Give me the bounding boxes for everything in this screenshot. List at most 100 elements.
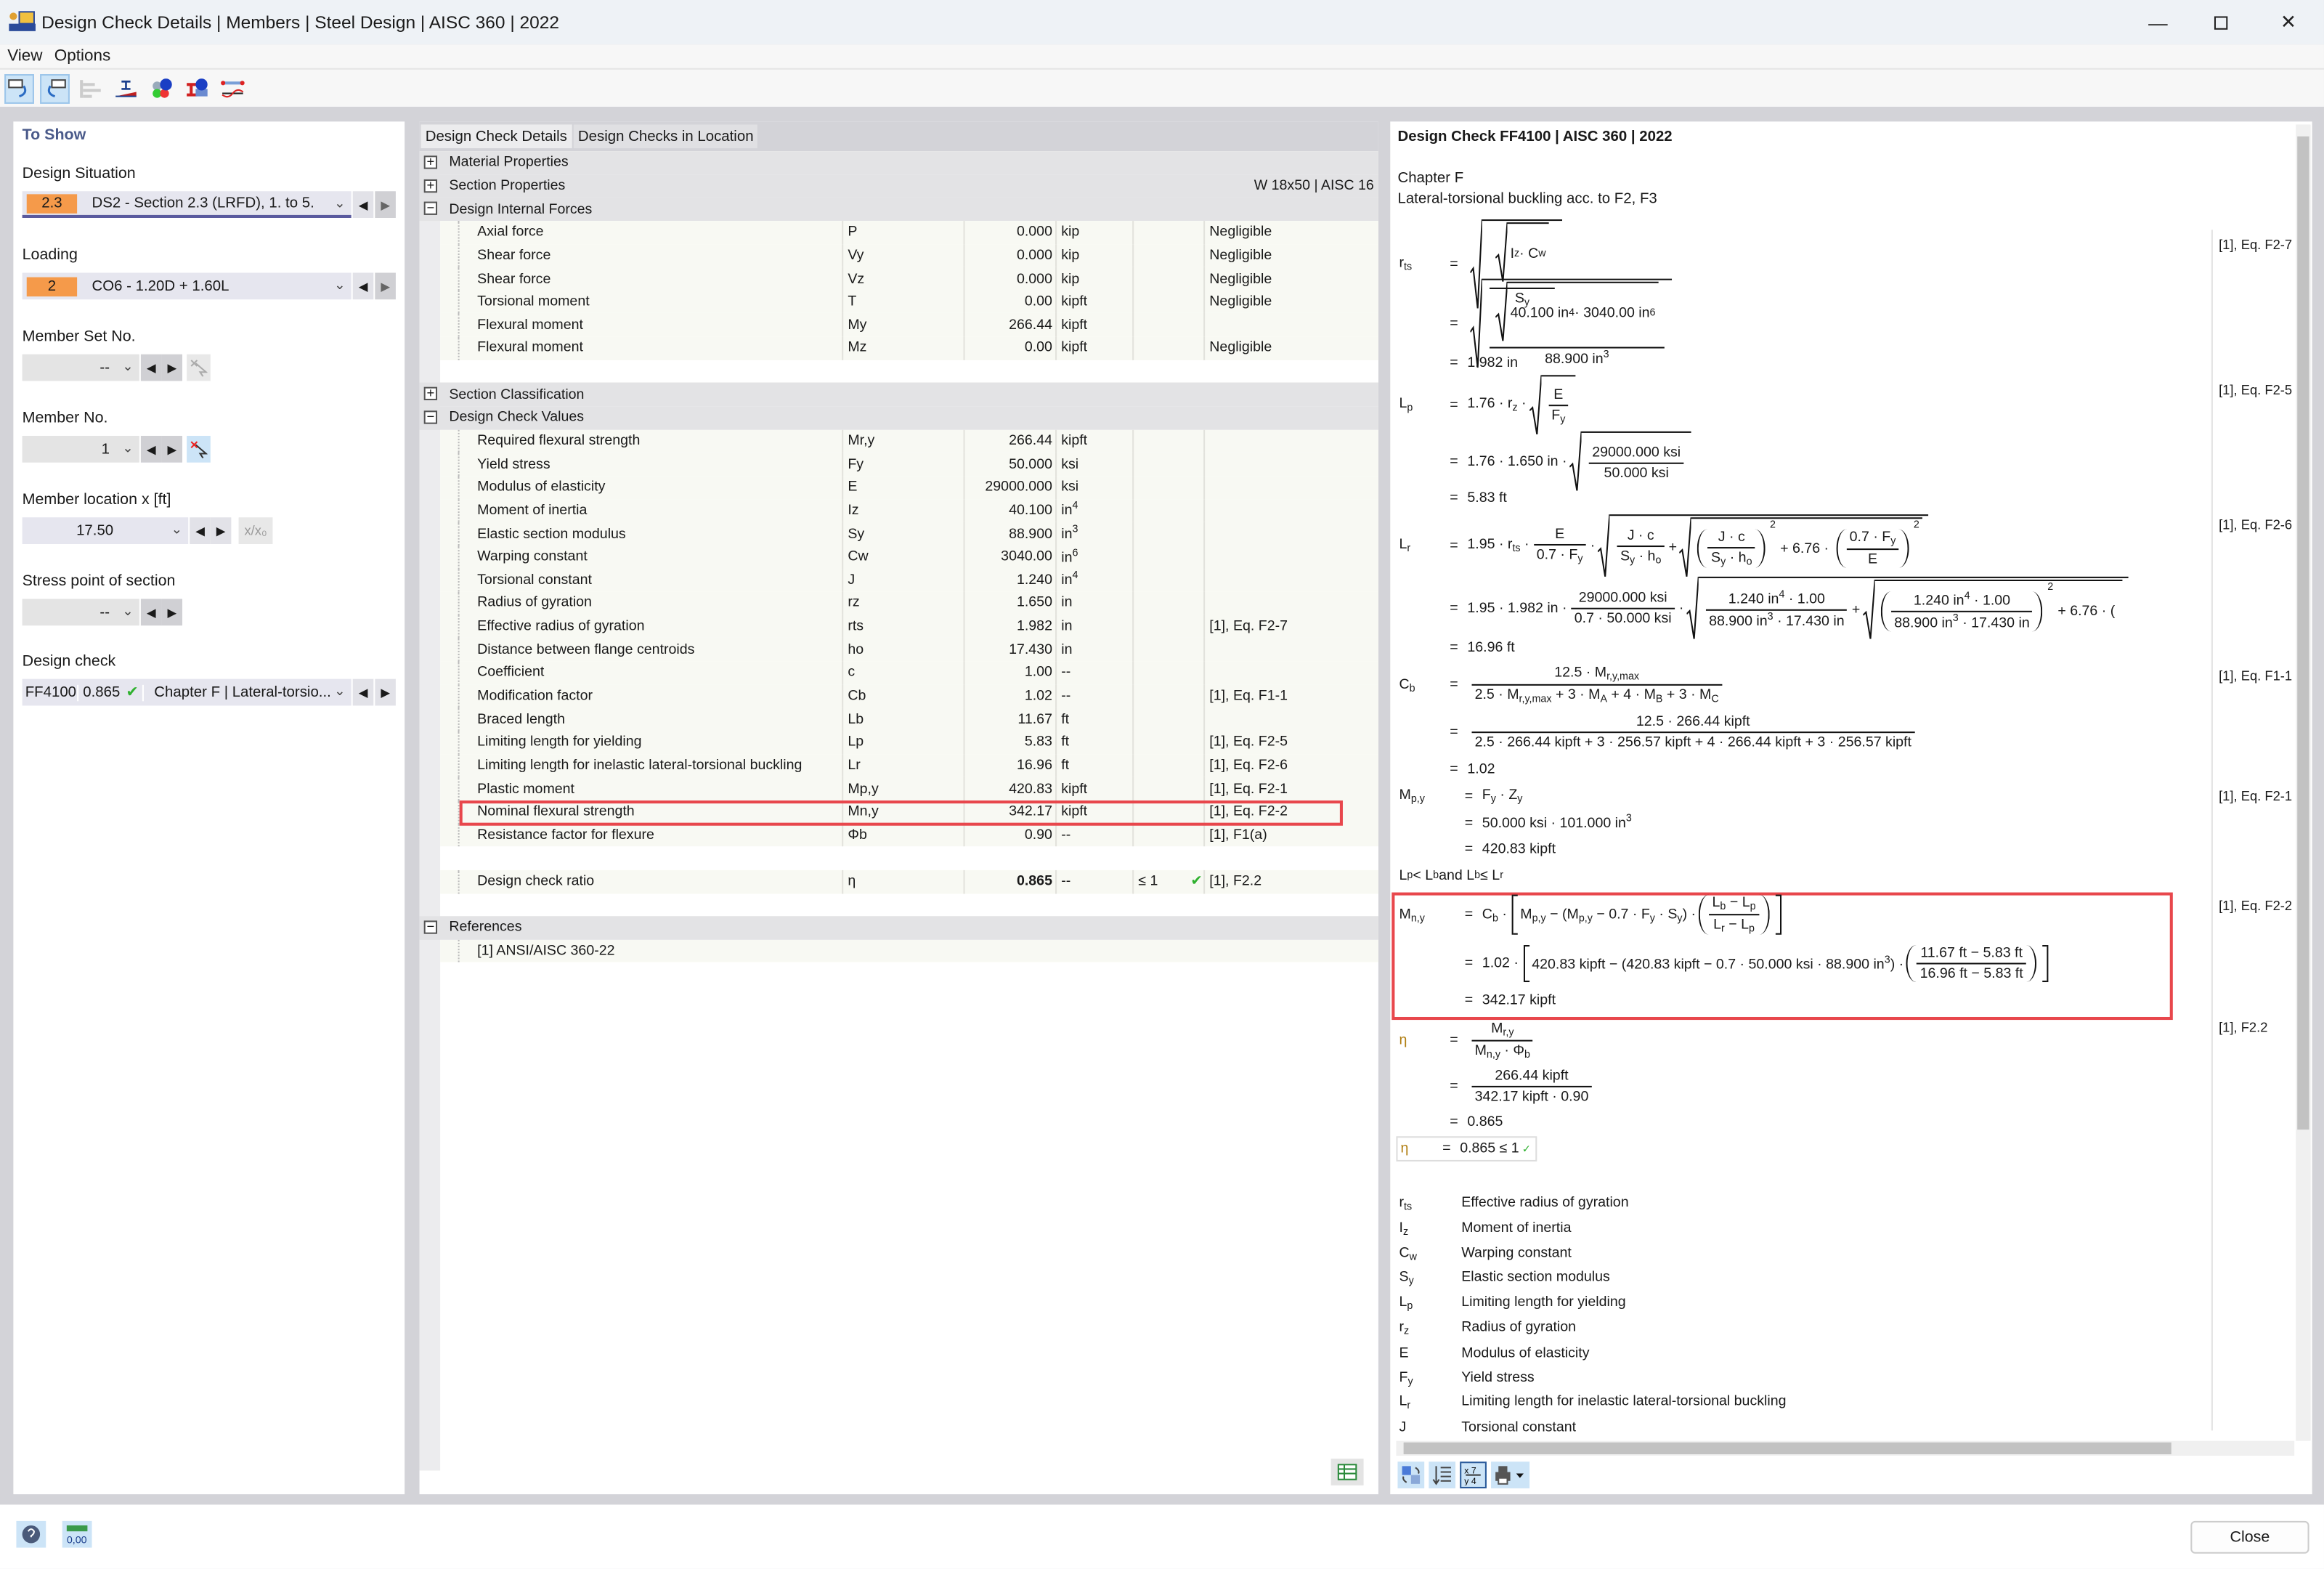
tree-section-header[interactable]: − Design Check Values bbox=[419, 406, 1378, 430]
design-situation-select[interactable]: 2.3 DS2 - Section 2.3 (LRFD), 1. to 5. ⌄ bbox=[22, 191, 352, 218]
menu-view[interactable]: View bbox=[7, 47, 42, 65]
member-prev-button[interactable]: ◀ bbox=[140, 435, 162, 463]
fraction-denominator: 88.900 in3 · 17.430 in bbox=[1709, 611, 1845, 630]
member-set-select[interactable]: -- ⌄ bbox=[22, 354, 139, 381]
table-row[interactable]: Plastic moment Mp,y 420.83 kipft [1], Eq. F2… bbox=[440, 777, 1378, 800]
loading-next-button[interactable]: ▶ bbox=[375, 272, 396, 300]
deflection-button[interactable] bbox=[218, 73, 248, 103]
app-logo-icon bbox=[9, 11, 36, 31]
fraction-numerator: J · c bbox=[1617, 528, 1665, 548]
section-button[interactable] bbox=[111, 73, 141, 103]
member-pick-button[interactable] bbox=[187, 435, 211, 463]
close-window-button[interactable]: ✕ bbox=[2274, 9, 2304, 36]
design-check-prev-button[interactable]: ◀ bbox=[352, 678, 374, 706]
table-row[interactable]: Resistance factor for flexure Φb 0.90 -- [1]… bbox=[440, 823, 1378, 847]
tab-design-checks-in-location[interactable]: Design Checks in Location bbox=[573, 124, 758, 149]
vertical-scrollbar-thumb[interactable] bbox=[2297, 136, 2309, 1130]
units-button[interactable]: 0,00 bbox=[62, 1520, 92, 1548]
close-button[interactable]: Close bbox=[2190, 1520, 2309, 1554]
loading-prev-button[interactable]: ◀ bbox=[352, 272, 374, 300]
minimize-button[interactable]: — bbox=[2143, 9, 2173, 36]
member-set-pick-button[interactable] bbox=[187, 354, 211, 381]
export-excel-button[interactable] bbox=[1330, 1459, 1364, 1485]
section-info-button[interactable] bbox=[182, 73, 212, 103]
expand-icon[interactable]: + bbox=[423, 386, 438, 401]
mn-substitution: = 1.02 · 420.83 kipft − (420.83 kipft − 0… bbox=[1399, 945, 2053, 983]
info-colors-button[interactable] bbox=[147, 73, 176, 103]
table-row[interactable]: Design check ratio η 0.865 -- ≤ 1 ✔ [1], F2.2 bbox=[440, 869, 1378, 893]
table-row[interactable]: Torsional constant J 1.240 in4 bbox=[440, 568, 1378, 592]
next-window-button[interactable] bbox=[40, 73, 70, 103]
table-row[interactable]: Braced length Lb 11.67 ft bbox=[440, 708, 1378, 731]
vertical-scrollbar[interactable] bbox=[2296, 124, 2311, 1441]
table-row[interactable]: Coefficient c 1.00 -- bbox=[440, 661, 1378, 685]
tree-section-header[interactable]: + Material Properties bbox=[419, 151, 1378, 175]
table-row[interactable]: Yield stress Fy 50.000 ksi bbox=[440, 453, 1378, 477]
tree-section-header[interactable]: + Section Classification bbox=[419, 383, 1378, 407]
tree-section-header[interactable]: − Design Internal Forces bbox=[419, 198, 1378, 221]
table-row[interactable]: Modification factor Cb 1.02 -- [1], Eq. F1-1 bbox=[440, 684, 1378, 708]
list-order-button[interactable] bbox=[1429, 1461, 1456, 1488]
table-row[interactable]: Limiting length for yielding Lp 5.83 ft [1],… bbox=[440, 731, 1378, 755]
table-row[interactable]: Radius of gyration rz 1.650 in bbox=[440, 591, 1378, 615]
table-row[interactable]: Modulus of elasticity E 29000.000 ksi bbox=[440, 476, 1378, 499]
member-next-button[interactable]: ▶ bbox=[161, 435, 183, 463]
row-label-text: Modulus of elasticity bbox=[477, 479, 606, 496]
tree-section-header[interactable]: − References bbox=[419, 916, 1378, 940]
horizontal-scrollbar[interactable] bbox=[1396, 1440, 2295, 1456]
menu-options[interactable]: Options bbox=[54, 47, 110, 65]
table-row[interactable]: Distance between flange centroids ho 17.43… bbox=[440, 638, 1378, 662]
table-row[interactable]: Axial force P 0.000 kip Negligible bbox=[440, 220, 1378, 244]
collapse-icon[interactable]: − bbox=[423, 410, 438, 424]
member-set-prev-button[interactable]: ◀ bbox=[140, 354, 162, 381]
design-situation-next-button[interactable]: ▶ bbox=[375, 191, 396, 218]
table-row[interactable]: Limiting length for inelastic lateral-to… bbox=[440, 754, 1378, 777]
table-row[interactable]: Shear force Vz 0.000 kip Negligible bbox=[440, 267, 1378, 291]
collapse-icon[interactable]: − bbox=[423, 920, 438, 934]
svg-text:x 7: x 7 bbox=[1464, 1466, 1476, 1476]
table-row[interactable]: Effective radius of gyration rts 1.982 in [1… bbox=[440, 615, 1378, 638]
row-value: 29000.000 bbox=[963, 476, 1056, 499]
help-button[interactable] bbox=[16, 1520, 46, 1548]
print-button[interactable] bbox=[1491, 1461, 1530, 1488]
relative-location-button[interactable]: x/x₀ bbox=[238, 517, 273, 544]
horizontal-scrollbar-thumb[interactable] bbox=[1403, 1442, 2171, 1455]
row-unit: -- bbox=[1055, 823, 1132, 847]
table-row[interactable]: Shear force Vy 0.000 kip Negligible bbox=[440, 243, 1378, 267]
location-next-button[interactable]: ▶ bbox=[210, 517, 232, 544]
design-check-next-button[interactable]: ▶ bbox=[375, 678, 396, 706]
member-location-select[interactable]: 17.50 ⌄ bbox=[22, 517, 189, 544]
table-row[interactable]: Torsional moment T 0.00 kipft Negligible bbox=[440, 290, 1378, 314]
previous-window-button[interactable] bbox=[4, 73, 34, 103]
location-prev-button[interactable]: ◀ bbox=[190, 517, 211, 544]
stress-point-select[interactable]: -- ⌄ bbox=[22, 599, 139, 626]
row-value-text: 1.00 bbox=[1024, 665, 1052, 681]
table-row[interactable]: Moment of inertia Iz 40.100 in4 bbox=[440, 498, 1378, 522]
cb-substitution: = 12.5 · 266.44 kipft 2.5 · 266.44 kipft … bbox=[1399, 714, 1919, 751]
row-value: 17.430 bbox=[963, 638, 1056, 662]
legend-item: J Torsional constant bbox=[1399, 1419, 1577, 1435]
collapse-icon[interactable]: − bbox=[423, 201, 438, 216]
maximize-button[interactable] bbox=[2206, 9, 2235, 36]
table-row[interactable]: Elastic section modulus Sy 88.900 in3 bbox=[440, 522, 1378, 546]
design-check-select[interactable]: FF4100 0.865 ✔ Chapter F | Lateral-torsi… bbox=[22, 678, 352, 706]
stress-point-next-button[interactable]: ▶ bbox=[161, 599, 183, 626]
stress-point-prev-button[interactable]: ◀ bbox=[140, 599, 162, 626]
expand-icon[interactable]: + bbox=[423, 155, 438, 169]
bar-chart-button[interactable] bbox=[76, 73, 105, 103]
tab-design-check-details[interactable]: Design Check Details bbox=[420, 124, 572, 149]
row-symbol: My bbox=[842, 313, 866, 337]
symbolic-values-button[interactable]: x 7y 4 bbox=[1460, 1461, 1487, 1488]
table-row[interactable]: Warping constant Cw 3040.00 in6 bbox=[440, 545, 1378, 569]
expand-icon[interactable]: + bbox=[423, 178, 438, 192]
sync-view-button[interactable] bbox=[1397, 1461, 1425, 1488]
row-symbol: Lb bbox=[842, 708, 864, 731]
member-select[interactable]: 1 ⌄ bbox=[22, 435, 139, 463]
tree-section-header[interactable]: + Section Properties W 18x50 | AISC 16 bbox=[419, 174, 1378, 198]
design-situation-prev-button[interactable]: ◀ bbox=[352, 191, 374, 218]
loading-select[interactable]: 2 CO6 - 1.20D + 1.60L ⌄ bbox=[22, 272, 352, 300]
member-set-next-button[interactable]: ▶ bbox=[161, 354, 183, 381]
table-row[interactable]: Flexural moment My 266.44 kipft bbox=[440, 313, 1378, 337]
table-row[interactable]: Flexural moment Mz 0.00 kipft Negligible bbox=[440, 336, 1378, 360]
table-row[interactable]: Required flexural strength Mr,y 266.44 kipf… bbox=[440, 429, 1378, 453]
